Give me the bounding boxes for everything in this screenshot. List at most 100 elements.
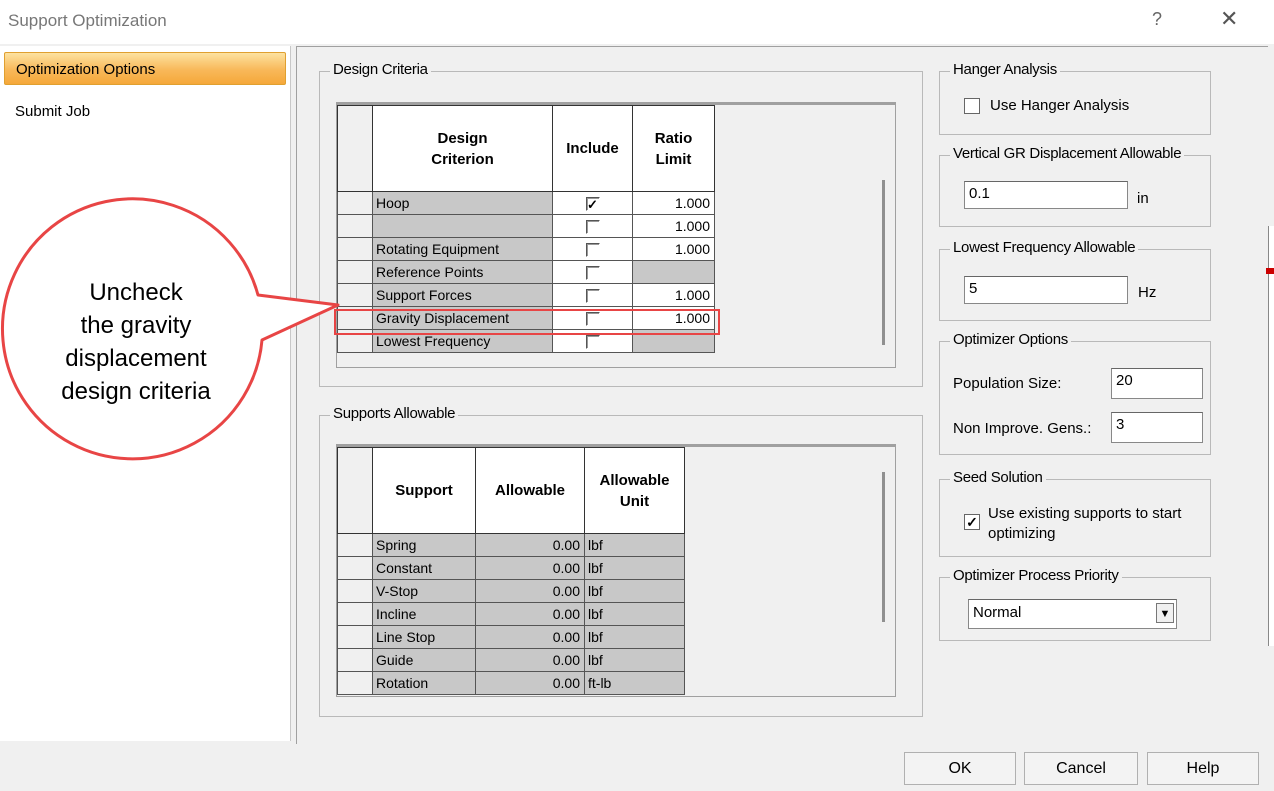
table-row[interactable]: Guide 0.00 lbf bbox=[337, 648, 685, 672]
include-cell[interactable] bbox=[552, 283, 633, 307]
allowable-cell[interactable]: 0.00 bbox=[475, 533, 585, 557]
process-priority-select[interactable]: Normal ▼ bbox=[968, 599, 1177, 629]
help-button[interactable]: Help bbox=[1147, 752, 1259, 785]
include-checkbox[interactable] bbox=[585, 289, 600, 304]
use-existing-supports-checkbox[interactable]: ✓ bbox=[964, 514, 980, 530]
optimizer-options-title: Optimizer Options bbox=[950, 331, 1071, 348]
vertical-gr-input[interactable]: 0.1 bbox=[964, 181, 1128, 209]
support-name: V-Stop bbox=[372, 579, 476, 603]
col-header-allowable[interactable]: Allowable bbox=[475, 447, 585, 534]
table-row[interactable]: Constant 0.00 lbf bbox=[337, 556, 685, 580]
hanger-analysis-title: Hanger Analysis bbox=[950, 61, 1060, 78]
hanger-analysis-group: Hanger Analysis Use Hanger Analysis bbox=[939, 61, 1211, 135]
allowable-cell[interactable]: 0.00 bbox=[475, 556, 585, 580]
non-improve-gens-input[interactable]: 3 bbox=[1111, 412, 1203, 443]
support-name: Line Stop bbox=[372, 625, 476, 649]
process-priority-group: Optimizer Process Priority Normal ▼ bbox=[939, 567, 1211, 641]
col-header-include[interactable]: Include bbox=[552, 105, 633, 192]
unit-cell: lbf bbox=[584, 648, 685, 672]
lowest-frequency-title: Lowest Frequency Allowable bbox=[950, 239, 1139, 256]
ratio-cell[interactable]: 1.000 bbox=[632, 191, 715, 215]
row-header[interactable] bbox=[337, 579, 373, 603]
allowable-cell[interactable]: 0.00 bbox=[475, 625, 585, 649]
main-panel: Design Criteria Design Criterion Include… bbox=[296, 46, 1268, 744]
include-cell[interactable] bbox=[552, 260, 633, 284]
row-header[interactable] bbox=[337, 533, 373, 557]
unit-cell: lbf bbox=[584, 533, 685, 557]
col-header-criterion-label: Design Criterion bbox=[431, 129, 494, 168]
support-name: Spring bbox=[372, 533, 476, 557]
support-name: Incline bbox=[372, 602, 476, 626]
supports-allowable-grid[interactable]: Support Allowable Allowable Unit Spring … bbox=[336, 444, 896, 697]
population-size-input[interactable]: 20 bbox=[1111, 368, 1203, 399]
col-header-unit-label: Allowable Unit bbox=[599, 471, 670, 510]
vertical-gr-displacement-group: Vertical GR Displacement Allowable 0.1 i… bbox=[939, 145, 1211, 227]
callout-line: Uncheck bbox=[89, 279, 183, 306]
allowable-cell[interactable]: 0.00 bbox=[475, 648, 585, 672]
help-icon[interactable]: ? bbox=[1152, 9, 1162, 30]
use-existing-supports-label: Use existing supports to start optimizing bbox=[988, 504, 1181, 544]
vertical-scrollbar[interactable] bbox=[882, 472, 885, 622]
lowest-frequency-group: Lowest Frequency Allowable 5 Hz bbox=[939, 239, 1211, 321]
vertical-gr-unit: in bbox=[1137, 190, 1149, 207]
table-row[interactable]: Line Stop 0.00 lbf bbox=[337, 625, 685, 649]
ok-button[interactable]: OK bbox=[904, 752, 1016, 785]
design-criteria-group: Design Criteria Design Criterion Include… bbox=[319, 61, 923, 387]
callout-line: displacement bbox=[65, 345, 207, 372]
ratio-cell[interactable]: 1.000 bbox=[632, 214, 715, 238]
table-row[interactable]: Spring 0.00 lbf bbox=[337, 533, 685, 557]
allowable-cell[interactable]: 0.00 bbox=[475, 671, 585, 695]
include-checkbox[interactable] bbox=[585, 335, 600, 350]
unit-cell: lbf bbox=[584, 602, 685, 626]
include-cell[interactable] bbox=[552, 237, 633, 261]
support-name: Guide bbox=[372, 648, 476, 672]
row-header[interactable] bbox=[337, 625, 373, 649]
vertical-scrollbar[interactable] bbox=[882, 180, 885, 345]
col-header-ratio-label: Ratio Limit bbox=[654, 129, 693, 168]
ratio-cell bbox=[632, 260, 715, 284]
row-header[interactable] bbox=[337, 648, 373, 672]
seed-solution-title: Seed Solution bbox=[950, 469, 1046, 486]
non-improve-gens-label: Non Improve. Gens.: bbox=[953, 420, 1092, 437]
callout-text: Uncheck the gravity displacement design … bbox=[22, 276, 250, 408]
population-size-label: Population Size: bbox=[953, 375, 1062, 392]
unit-cell: lbf bbox=[584, 556, 685, 580]
background-window-edge bbox=[1268, 226, 1274, 646]
vertical-gr-title: Vertical GR Displacement Allowable bbox=[950, 145, 1185, 162]
col-header-ratio[interactable]: Ratio Limit bbox=[632, 105, 715, 192]
table-row[interactable]: Incline 0.00 lbf bbox=[337, 602, 685, 626]
include-checkbox[interactable]: ✓ bbox=[585, 197, 600, 212]
lowest-frequency-unit: Hz bbox=[1138, 284, 1157, 301]
allowable-cell[interactable]: 0.00 bbox=[475, 579, 585, 603]
unit-cell: lbf bbox=[584, 625, 685, 649]
cancel-button[interactable]: Cancel bbox=[1024, 752, 1138, 785]
table-row[interactable]: V-Stop 0.00 lbf bbox=[337, 579, 685, 603]
include-checkbox[interactable] bbox=[585, 220, 600, 235]
chevron-down-icon[interactable]: ▼ bbox=[1156, 603, 1174, 623]
lowest-frequency-input[interactable]: 5 bbox=[964, 276, 1128, 304]
include-checkbox[interactable] bbox=[585, 266, 600, 281]
process-priority-value: Normal bbox=[973, 604, 1022, 621]
optimizer-options-group: Optimizer Options Population Size: 20 No… bbox=[939, 331, 1211, 455]
include-checkbox[interactable] bbox=[585, 243, 600, 258]
allowable-cell[interactable]: 0.00 bbox=[475, 602, 585, 626]
col-header-unit[interactable]: Allowable Unit bbox=[584, 447, 685, 534]
include-cell[interactable] bbox=[552, 214, 633, 238]
close-icon[interactable]: ✕ bbox=[1220, 6, 1238, 32]
unit-cell: ft-lb bbox=[584, 671, 685, 695]
row-header[interactable] bbox=[337, 602, 373, 626]
support-name: Constant bbox=[372, 556, 476, 580]
process-priority-title: Optimizer Process Priority bbox=[950, 567, 1122, 584]
include-cell[interactable]: ✓ bbox=[552, 191, 633, 215]
callout-bubble bbox=[0, 197, 340, 461]
seed-label-line2: optimizing bbox=[988, 525, 1056, 542]
row-header[interactable] bbox=[337, 556, 373, 580]
unit-cell: lbf bbox=[584, 579, 685, 603]
support-name: Rotation bbox=[372, 671, 476, 695]
seed-solution-group: Seed Solution ✓ Use existing supports to… bbox=[939, 469, 1211, 557]
table-row[interactable]: Rotation 0.00 ft-lb bbox=[337, 671, 685, 695]
row-header[interactable] bbox=[337, 671, 373, 695]
ratio-cell[interactable]: 1.000 bbox=[632, 283, 715, 307]
ratio-cell[interactable]: 1.000 bbox=[632, 237, 715, 261]
use-hanger-analysis-checkbox[interactable] bbox=[964, 98, 980, 114]
